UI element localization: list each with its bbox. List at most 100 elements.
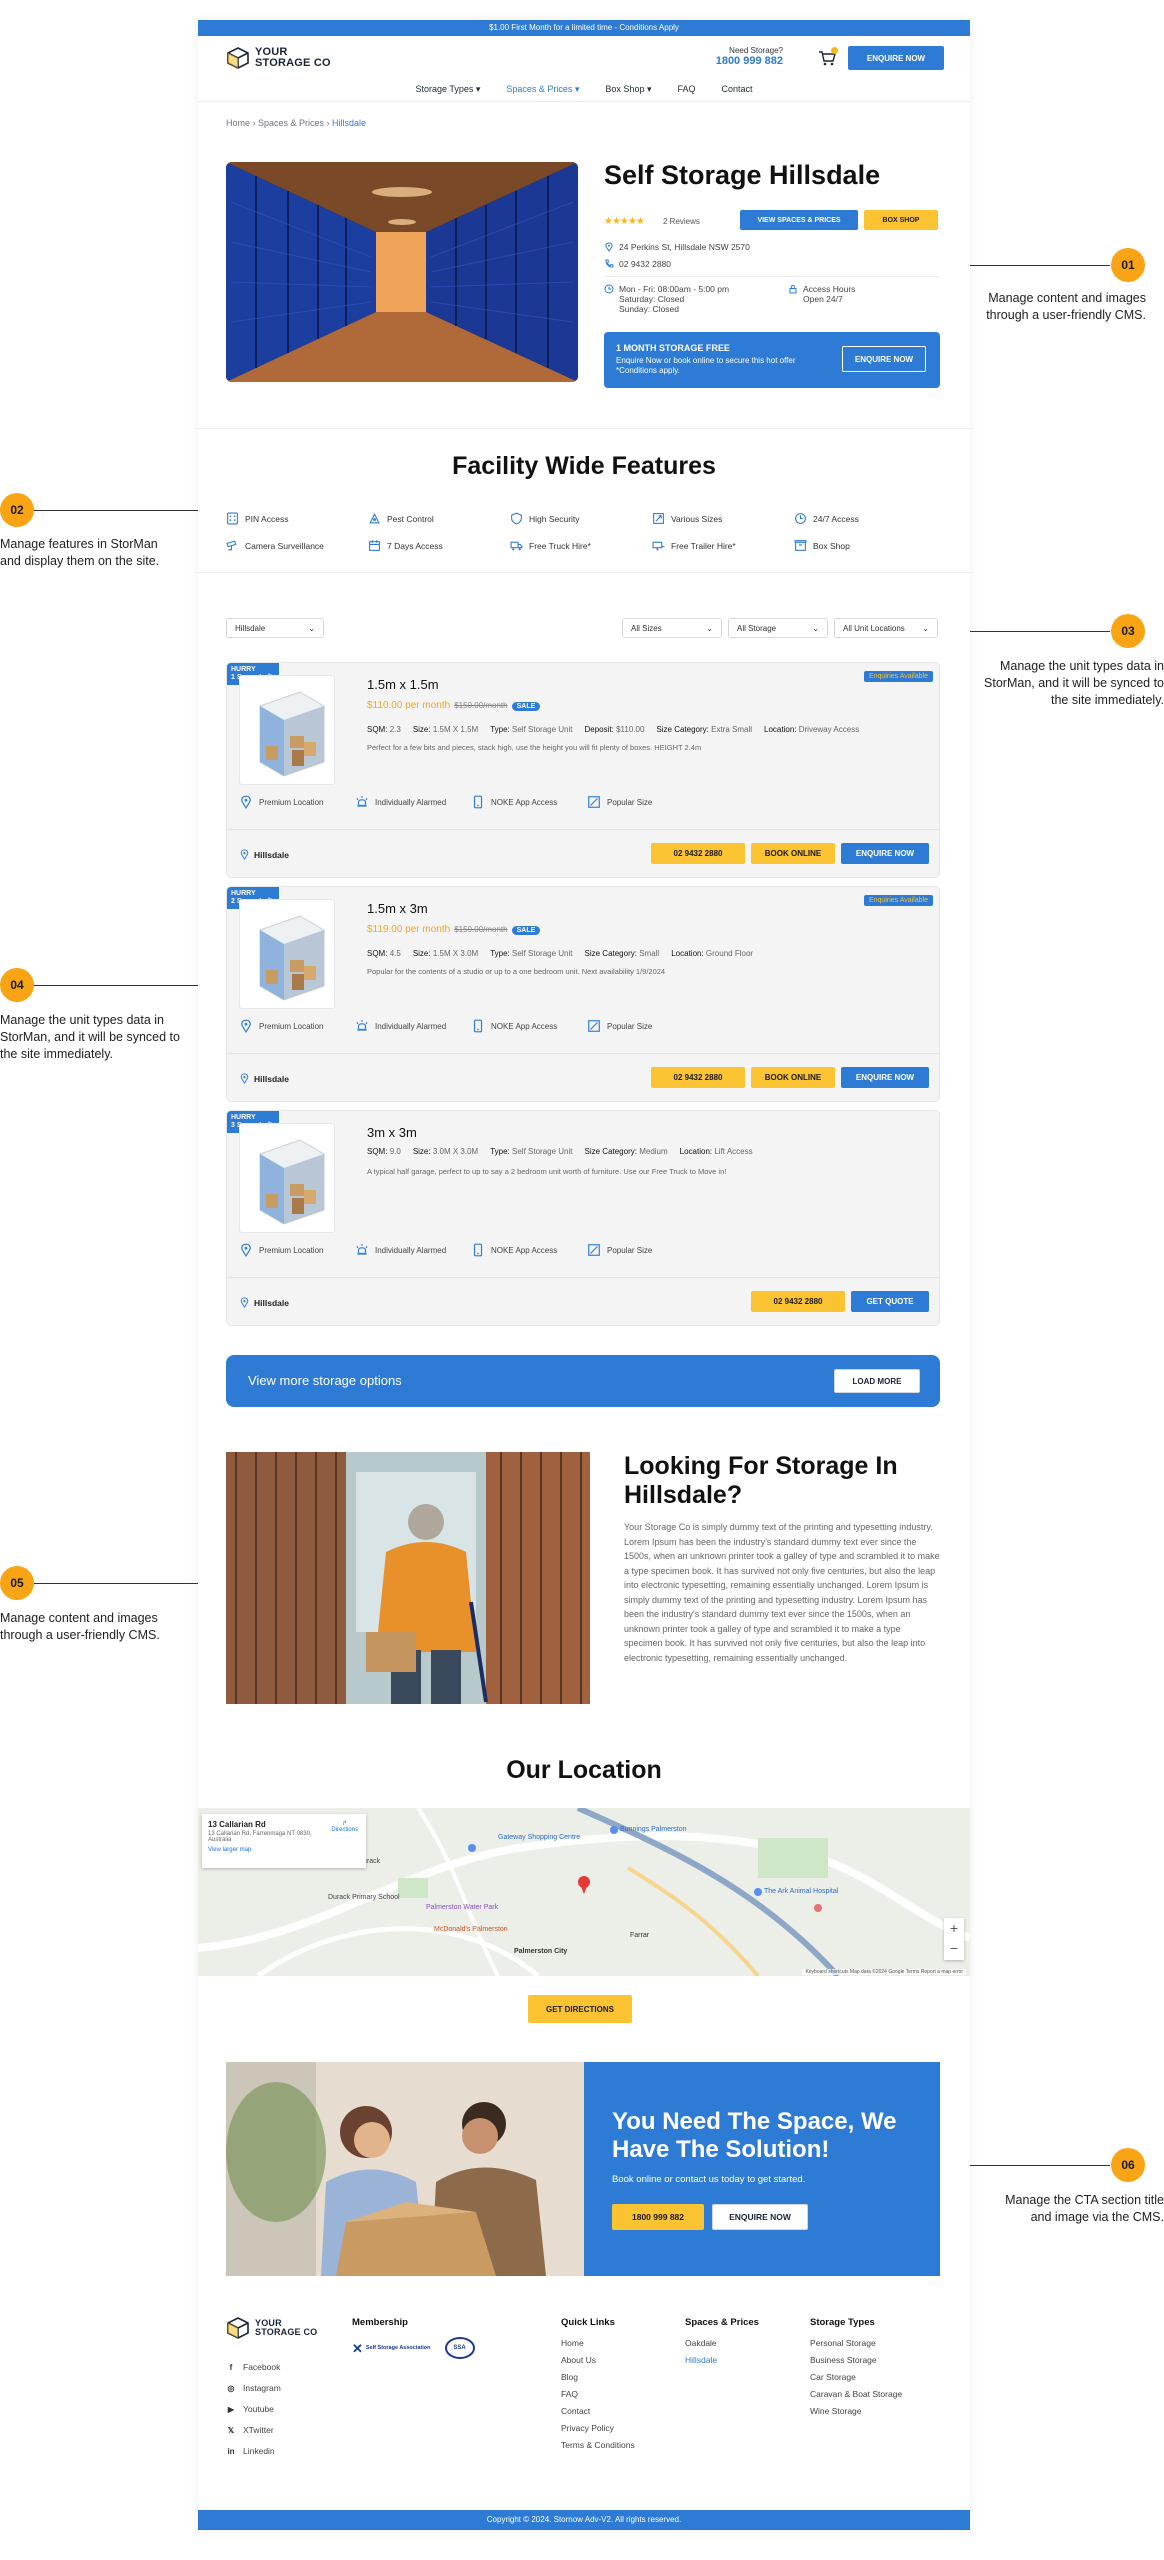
unit-enquire-button[interactable]: ENQUIRE NOW bbox=[841, 843, 929, 864]
unit-title: 1.5m x 3m bbox=[367, 901, 428, 916]
footer-link[interactable]: About Us bbox=[561, 2352, 635, 2369]
footer-link[interactable]: FAQ bbox=[561, 2386, 635, 2403]
unit-spec: Type: Self Storage Unit bbox=[490, 1147, 572, 1156]
header-enquire-button[interactable]: ENQUIRE NOW bbox=[848, 46, 944, 70]
load-more-button[interactable]: LOAD MORE bbox=[834, 1369, 920, 1393]
cta-phone-button[interactable]: 1800 999 882 bbox=[612, 2204, 704, 2230]
map-larger-link[interactable]: View larger map bbox=[208, 1847, 360, 1853]
location-map[interactable]: Durack Palmerston Water Park McDonald's … bbox=[198, 1808, 970, 1976]
unit-phone-button[interactable]: 02 9432 2880 bbox=[651, 1067, 745, 1088]
spaces-title: Spaces & Prices bbox=[685, 2317, 759, 2328]
access-title: Access Hours bbox=[803, 284, 856, 294]
get-quote-button[interactable]: GET QUOTE bbox=[851, 1291, 929, 1312]
location-select[interactable]: Hillsdale ⌄ bbox=[226, 618, 324, 638]
footer-link[interactable]: Car Storage bbox=[810, 2369, 902, 2386]
footer-link[interactable]: Contact bbox=[561, 2403, 635, 2420]
footer-link[interactable]: Wine Storage bbox=[810, 2403, 902, 2420]
unit-phone-button[interactable]: 02 9432 2880 bbox=[651, 843, 745, 864]
location-pin-icon bbox=[239, 849, 250, 860]
unit-locations-select-value: All Unit Locations bbox=[843, 623, 905, 633]
storage-select[interactable]: All Storage ⌄ bbox=[728, 618, 828, 638]
nav-faq[interactable]: FAQ bbox=[677, 84, 695, 101]
view-spaces-button[interactable]: VIEW SPACES & PRICES bbox=[740, 210, 858, 230]
nav-contact[interactable]: Contact bbox=[722, 84, 753, 101]
ssa-badge: SSA bbox=[444, 2337, 475, 2359]
offer-enquire-button[interactable]: ENQUIRE NOW bbox=[842, 346, 926, 372]
header-phone-link[interactable]: 1800 999 882 bbox=[698, 55, 783, 67]
chevron-down-icon: ⌄ bbox=[812, 623, 819, 633]
footer-link[interactable]: Home bbox=[561, 2335, 635, 2352]
unit-divider bbox=[227, 829, 939, 830]
nav-spaces-prices[interactable]: Spaces & Prices ▾ bbox=[506, 84, 579, 101]
map-directions-link[interactable]: ↱ Directions bbox=[331, 1820, 358, 1833]
breadcrumb-home[interactable]: Home bbox=[226, 118, 250, 128]
footer-link[interactable]: Terms & Conditions bbox=[561, 2437, 635, 2454]
unit-old-price: $150.00/month bbox=[454, 701, 508, 710]
map-zoom-out-button[interactable]: − bbox=[944, 1938, 964, 1958]
site-header: YOUR STORAGE CO Need Storage? 1800 999 8… bbox=[198, 36, 970, 80]
footer-link[interactable]: Caravan & Boat Storage bbox=[810, 2386, 902, 2403]
get-directions-button[interactable]: GET DIRECTIONS bbox=[528, 1995, 632, 2023]
unit-spec: Size Category: Extra Small bbox=[656, 725, 752, 734]
reviews-count[interactable]: 2 Reviews bbox=[663, 217, 700, 226]
footer-link[interactable]: Personal Storage bbox=[810, 2335, 902, 2352]
map-zoom-in-button[interactable]: + bbox=[944, 1918, 964, 1938]
feature-label: Box Shop bbox=[813, 540, 850, 551]
lock-icon bbox=[789, 285, 797, 294]
book-online-button[interactable]: BOOK ONLINE bbox=[751, 1067, 835, 1088]
cta-enquire-button[interactable]: ENQUIRE NOW bbox=[712, 2204, 808, 2230]
unit-phone-button[interactable]: 02 9432 2880 bbox=[751, 1291, 845, 1312]
sizes-select[interactable]: All Sizes ⌄ bbox=[622, 618, 722, 638]
footer-logo[interactable]: YOUR STORAGE CO bbox=[226, 2316, 317, 2340]
feature-item: Camera Surveillance bbox=[226, 539, 324, 552]
social-label: Linkedin bbox=[243, 2446, 275, 2456]
hours-line2: Saturday: Closed bbox=[619, 294, 685, 304]
book-online-button[interactable]: BOOK ONLINE bbox=[751, 843, 835, 864]
footer-link[interactable]: Privacy Policy bbox=[561, 2420, 635, 2437]
looking-image bbox=[226, 1452, 590, 1704]
footer-link[interactable]: Hillsdale bbox=[685, 2352, 759, 2369]
breadcrumb-spaces[interactable]: Spaces & Prices bbox=[258, 118, 324, 128]
nav-box-shop[interactable]: Box Shop ▾ bbox=[605, 84, 651, 101]
box-shop-button[interactable]: BOX SHOP bbox=[864, 210, 938, 230]
x-twitter-icon: 𝕏 bbox=[227, 2425, 235, 2435]
location-select-value: Hillsdale bbox=[235, 623, 266, 633]
unit-amenity: NOKE App Access bbox=[471, 1243, 557, 1257]
spec-value: Self Storage Unit bbox=[512, 1147, 573, 1156]
spec-value: Lift Access bbox=[714, 1147, 753, 1156]
unit-old-price: $159.00/month bbox=[454, 925, 508, 934]
social-link[interactable]: in Linkedin bbox=[226, 2446, 275, 2456]
spaces-list: Oakdale Hillsdale bbox=[685, 2335, 759, 2369]
footer-link[interactable]: Business Storage bbox=[810, 2352, 902, 2369]
amenity-label: NOKE App Access bbox=[491, 1245, 558, 1255]
nav-storage-types[interactable]: Storage Types ▾ bbox=[415, 84, 480, 101]
feature-item: Pest Control bbox=[368, 512, 434, 525]
footer-link[interactable]: Blog bbox=[561, 2369, 635, 2386]
phone-text[interactable]: 02 9432 2880 bbox=[619, 259, 671, 269]
storage-unit-3d-icon bbox=[259, 915, 325, 1001]
spec-value: 3.0M X 3.0M bbox=[432, 1147, 479, 1156]
youtube-icon: ▶ bbox=[227, 2404, 235, 2414]
spec-value: Self Storage Unit bbox=[512, 949, 573, 958]
nav-label: Spaces & Prices bbox=[506, 84, 573, 94]
annotation-marker-05: 05 bbox=[0, 1566, 34, 1600]
social-link[interactable]: ▶ Youtube bbox=[226, 2404, 274, 2414]
clock-icon bbox=[604, 284, 614, 294]
offer-title: 1 MONTH STORAGE FREE bbox=[616, 343, 730, 353]
unit-locations-select[interactable]: All Unit Locations ⌄ bbox=[834, 618, 938, 638]
map-attribution: Keyboard shortcuts Map data ©2024 Google… bbox=[802, 1969, 966, 1975]
unit-location-label: Hillsdale bbox=[254, 1297, 289, 1308]
cart-icon[interactable] bbox=[818, 47, 838, 66]
social-link[interactable]: ◎ Instagram bbox=[226, 2383, 281, 2393]
social-link[interactable]: f Facebook bbox=[226, 2362, 281, 2372]
footer-link[interactable]: Oakdale bbox=[685, 2335, 759, 2352]
unit-enquire-button[interactable]: ENQUIRE NOW bbox=[841, 1067, 929, 1088]
site-logo[interactable]: YOUR STORAGE CO bbox=[226, 46, 331, 70]
feature-label: High Security bbox=[529, 513, 580, 524]
unit-location: Hillsdale bbox=[239, 1073, 289, 1084]
feature-item: Box Shop bbox=[794, 539, 850, 552]
unit-spec: Size: 1.5M X 1.5M bbox=[413, 725, 478, 734]
social-link[interactable]: 𝕏 XTwitter bbox=[226, 2425, 274, 2435]
feature-label: PIN Access bbox=[245, 513, 289, 524]
annotation-line-04 bbox=[34, 985, 219, 986]
